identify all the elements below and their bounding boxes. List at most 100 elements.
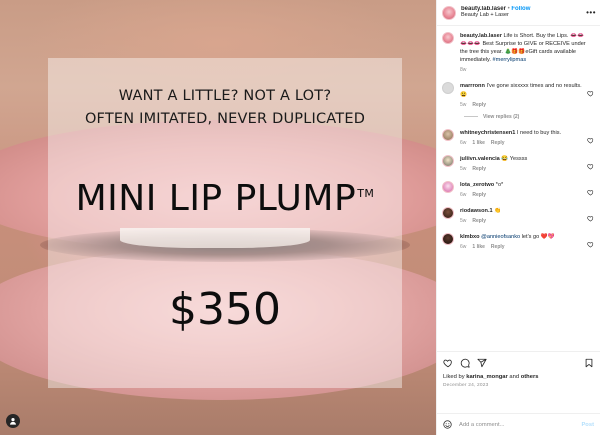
- comment-time[interactable]: 5w: [460, 102, 466, 108]
- comment-item: whitneychristensen1 I need to buy this. …: [442, 128, 594, 146]
- avatar[interactable]: [442, 233, 454, 246]
- post-date[interactable]: December 24, 2023: [443, 383, 594, 388]
- heart-icon[interactable]: [587, 209, 594, 222]
- post-username[interactable]: beauty.lab.laser: [461, 6, 506, 12]
- comment-item: lota_zerotwo *o* 6w Reply: [442, 180, 594, 198]
- liked-by: Liked by karina_mongar and others: [443, 374, 594, 380]
- heart-icon[interactable]: [587, 183, 594, 196]
- comment-body: klmbxo @annieofsanko let's go ❤️💖 6w 1 li…: [460, 233, 594, 250]
- comment-item: juliivn.valencia 😂 Yessss 5w Reply: [442, 154, 594, 172]
- comment-mention[interactable]: @annieofsanko: [481, 234, 520, 240]
- follow-button[interactable]: Follow: [511, 6, 530, 12]
- post-location[interactable]: Beauty Lab + Laser: [461, 12, 586, 19]
- image-tagline-1: WANT A LITTLE? NOT A LOT?: [118, 88, 332, 104]
- liked-others[interactable]: others: [521, 374, 539, 380]
- comment-text: lota_zerotwo *o*: [460, 181, 586, 189]
- comment-time[interactable]: 5w: [460, 218, 466, 224]
- comment-username[interactable]: marrronn: [460, 83, 485, 89]
- post-header: beauty.lab.laser • Follow Beauty Lab + L…: [437, 0, 600, 26]
- comment-body: riodawson.1 👏 5w Reply: [460, 207, 594, 224]
- avatar[interactable]: [442, 82, 454, 95]
- heart-icon[interactable]: [587, 235, 594, 248]
- comment-body: lota_zerotwo *o* 6w Reply: [460, 181, 594, 198]
- comment-username[interactable]: klmbxo: [460, 234, 480, 240]
- comment-username[interactable]: whitneychristensen1: [460, 130, 515, 136]
- comment-username[interactable]: juliivn.valencia: [460, 156, 500, 162]
- comment-body: whitneychristensen1 I need to buy this. …: [460, 129, 594, 146]
- trademark-mark: TM: [357, 187, 375, 200]
- avatar[interactable]: [442, 5, 456, 20]
- comment-content: 😂 Yessss: [501, 155, 528, 162]
- user-tag-icon[interactable]: [6, 414, 20, 428]
- reply-button[interactable]: Reply: [472, 166, 486, 172]
- header-names: beauty.lab.laser • Follow Beauty Lab + L…: [461, 6, 586, 19]
- emoji-icon[interactable]: [443, 416, 452, 434]
- heart-icon[interactable]: [587, 84, 594, 97]
- comment-likes[interactable]: 1 like: [472, 244, 485, 250]
- caption-text: beauty.lab.laser Life is Short. Buy the …: [460, 32, 586, 64]
- comment-meta: 5w Reply: [460, 218, 586, 224]
- image-tagline-2: OFTEN IMITATED, NEVER DUPLICATED: [84, 111, 366, 127]
- separator-dot: •: [507, 5, 510, 12]
- comment-text: klmbxo @annieofsanko let's go ❤️💖: [460, 233, 586, 241]
- comment-content: I need to buy this.: [516, 129, 562, 136]
- comment-content: 👏: [494, 207, 502, 214]
- comment-meta: 5w Reply: [460, 166, 586, 172]
- heart-icon[interactable]: [443, 358, 453, 368]
- comment-username[interactable]: riodawson.1: [460, 208, 493, 214]
- more-icon[interactable]: •••: [586, 8, 596, 17]
- comment-time[interactable]: 5w: [460, 166, 466, 172]
- view-replies-text: View replies (2): [483, 113, 520, 120]
- replies-divider: [464, 116, 478, 118]
- comment-username[interactable]: lota_zerotwo: [460, 182, 494, 188]
- comment-body: juliivn.valencia 😂 Yessss 5w Reply: [460, 155, 594, 172]
- caption-time[interactable]: 8w: [460, 67, 466, 73]
- heart-icon[interactable]: [587, 131, 594, 144]
- avatar[interactable]: [442, 32, 454, 44]
- comment-text: marrronn I've gone sixxxxx times and no …: [460, 82, 586, 98]
- liked-prefix: Liked by: [443, 374, 465, 380]
- avatar[interactable]: [442, 180, 454, 193]
- share-icon[interactable]: [477, 358, 487, 368]
- post-side-panel: beauty.lab.laser • Follow Beauty Lab + L…: [436, 0, 600, 435]
- caption-body: beauty.lab.laser Life is Short. Buy the …: [460, 32, 594, 73]
- comment-text: juliivn.valencia 😂 Yessss: [460, 155, 586, 163]
- avatar[interactable]: [442, 206, 454, 219]
- bookmark-icon[interactable]: [584, 358, 594, 368]
- caption-meta: 8w: [460, 67, 586, 73]
- liked-and: and: [509, 374, 520, 380]
- reply-button[interactable]: Reply: [491, 140, 505, 146]
- caption-username[interactable]: beauty.lab.laser: [460, 33, 502, 39]
- comment-meta: 6w 1 like Reply: [460, 140, 586, 146]
- reply-button[interactable]: Reply: [472, 192, 486, 198]
- comments-list[interactable]: beauty.lab.laser Life is Short. Buy the …: [437, 26, 600, 351]
- reply-button[interactable]: Reply: [491, 244, 505, 250]
- comment-item: riodawson.1 👏 5w Reply: [442, 206, 594, 224]
- heart-icon[interactable]: [587, 157, 594, 170]
- image-price: $350: [169, 284, 281, 335]
- comment-input[interactable]: [459, 421, 582, 428]
- comment-meta: 6w 1 like Reply: [460, 244, 586, 250]
- avatar[interactable]: [442, 154, 454, 167]
- image-product-name: MINI LIP PLUMPTM: [48, 178, 402, 219]
- post-image[interactable]: WANT A LITTLE? NOT A LOT? OFTEN IMITATED…: [0, 0, 436, 435]
- comment-text: riodawson.1 👏: [460, 207, 586, 215]
- reply-button[interactable]: Reply: [472, 102, 486, 108]
- avatar[interactable]: [442, 128, 454, 141]
- liked-user[interactable]: karina_mongar: [466, 374, 508, 380]
- comment-content: *o*: [495, 181, 504, 188]
- comment-meta: 6w Reply: [460, 192, 586, 198]
- view-replies-link[interactable]: View replies (2): [464, 114, 594, 120]
- caption-hashtag[interactable]: #merrylipmas: [493, 57, 527, 63]
- comment-likes[interactable]: 1 like: [472, 140, 485, 146]
- post-comment-button[interactable]: Post: [581, 422, 594, 428]
- comment-time[interactable]: 6w: [460, 140, 466, 146]
- comment-content: let's go ❤️💖: [521, 234, 555, 241]
- comment-icon[interactable]: [460, 358, 470, 368]
- comment-item: marrronn I've gone sixxxxx times and no …: [442, 82, 594, 108]
- comment-time[interactable]: 6w: [460, 192, 466, 198]
- comment-time[interactable]: 6w: [460, 244, 466, 250]
- text-overlay-box: [48, 58, 402, 388]
- caption: beauty.lab.laser Life is Short. Buy the …: [442, 32, 594, 73]
- reply-button[interactable]: Reply: [472, 218, 486, 224]
